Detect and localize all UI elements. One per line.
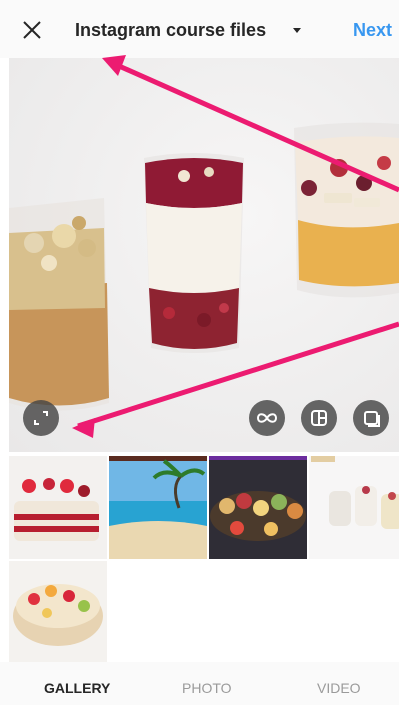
top-bar: Instagram course files Next (0, 0, 399, 58)
expand-button[interactable] (23, 400, 59, 436)
tab-video[interactable]: VIDEO (317, 680, 361, 696)
layout-button[interactable] (301, 400, 337, 436)
dessert-glasses-photo (9, 122, 399, 411)
boomerang-button[interactable] (249, 400, 285, 436)
infinity-icon (256, 413, 278, 423)
selected-image-preview[interactable] (9, 58, 399, 452)
multiple-select-icon (364, 411, 380, 427)
layout-icon (311, 410, 327, 426)
expand-icon (34, 411, 48, 425)
select-multiple-button[interactable] (353, 400, 389, 436)
gallery-thumb-2[interactable] (109, 456, 207, 559)
source-tabs: GALLERY PHOTO VIDEO (0, 662, 399, 705)
mini-pastries-thumb (209, 456, 307, 559)
gallery-thumb-4[interactable] (309, 456, 399, 559)
strawberry-layer-cake-thumb (9, 456, 107, 559)
gallery-grid (9, 456, 399, 662)
gallery-thumb-5[interactable] (9, 561, 107, 664)
album-title[interactable]: Instagram course files (75, 20, 266, 41)
tab-gallery[interactable]: GALLERY (44, 680, 110, 696)
gallery-thumb-1[interactable] (9, 456, 107, 559)
next-button[interactable]: Next (353, 20, 392, 41)
caret-down-icon[interactable] (293, 28, 301, 33)
fruit-cake-thumb (9, 561, 107, 662)
tropical-beach-thumb (109, 456, 207, 559)
close-icon[interactable] (18, 16, 46, 44)
tab-photo[interactable]: PHOTO (182, 680, 232, 696)
dessert-glasses-thumb (309, 456, 399, 559)
gallery-thumb-3[interactable] (209, 456, 307, 559)
